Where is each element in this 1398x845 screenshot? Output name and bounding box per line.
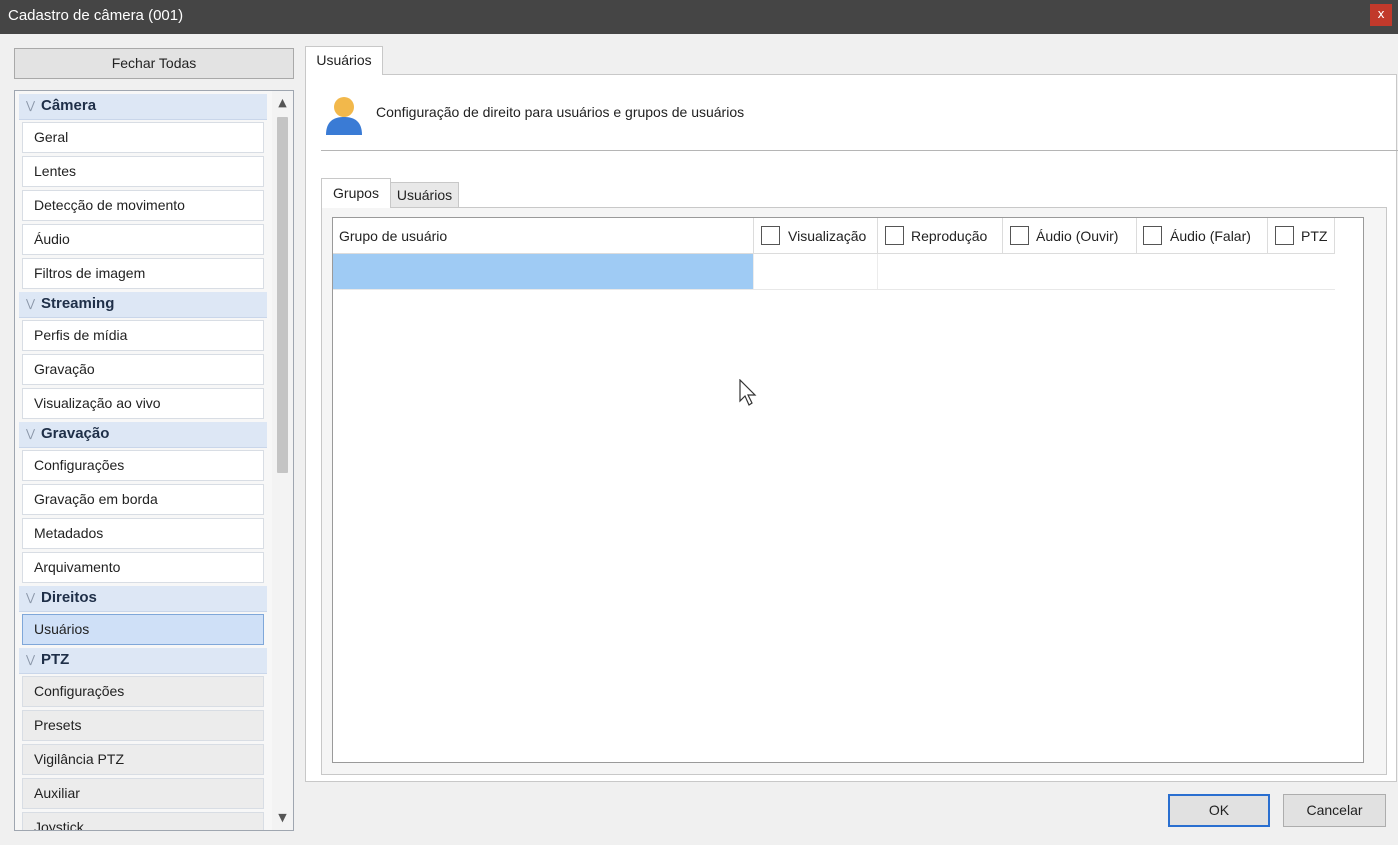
column-label: Visualização <box>788 228 867 244</box>
group-header-ptz[interactable]: ⋁ PTZ <box>19 648 267 674</box>
sidebar-item-arquivamento[interactable]: Arquivamento <box>22 552 264 583</box>
group-label: Gravação <box>41 425 110 442</box>
close-all-button[interactable]: Fechar Todas <box>14 48 294 79</box>
header-divider <box>321 150 1398 151</box>
column-label: Áudio (Ouvir) <box>1036 228 1119 244</box>
mouse-cursor-icon <box>739 379 757 406</box>
sidebar-item-vigilancia-ptz[interactable]: Vigilância PTZ <box>22 744 264 775</box>
group-label: Direitos <box>41 589 97 606</box>
sidebar-item-gravacao-borda[interactable]: Gravação em borda <box>22 484 264 515</box>
chevron-double-down-icon: ⋁ <box>26 428 36 440</box>
arrow-down-icon[interactable]: ▼ <box>272 808 293 828</box>
sidebar-nav: ⋁ Câmera Geral Lentes Detecção de movime… <box>14 90 294 831</box>
main-panel: Configuração de direito para usuários e … <box>305 74 1398 782</box>
sidebar-item-audio[interactable]: Áudio <box>22 224 264 255</box>
group-header-gravacao[interactable]: ⋁ Gravação <box>19 422 267 448</box>
user-icon <box>326 97 362 135</box>
permissions-grid: Grupo de usuário Visualização Reprodução… <box>332 217 1364 763</box>
chevron-double-down-icon: ⋁ <box>26 298 36 310</box>
groups-panel: Grupo de usuário Visualização Reprodução… <box>321 207 1387 775</box>
sidebar-item-metadados[interactable]: Metadados <box>22 518 264 549</box>
ptz-checkbox[interactable] <box>1275 226 1294 245</box>
audio-ouvir-checkbox[interactable] <box>1010 226 1029 245</box>
sidebar-item-filtros-imagem[interactable]: Filtros de imagem <box>22 258 264 289</box>
sidebar-item-usuarios[interactable]: Usuários <box>22 614 264 645</box>
scrollbar-thumb[interactable] <box>277 117 288 473</box>
column-label: Reprodução <box>911 228 988 244</box>
group-header-direitos[interactable]: ⋁ Direitos <box>19 586 267 612</box>
sidebar-item-deteccao-movimento[interactable]: Detecção de movimento <box>22 190 264 221</box>
chevron-double-down-icon: ⋁ <box>26 592 36 604</box>
tab-usuarios[interactable]: Usuários <box>305 46 383 75</box>
sidebar-item-presets[interactable]: Presets <box>22 710 264 741</box>
sidebar-item-visualizacao-vivo[interactable]: Visualização ao vivo <box>22 388 264 419</box>
row-cell[interactable] <box>754 254 878 289</box>
table-row[interactable] <box>333 254 1335 290</box>
chevron-double-down-icon: ⋁ <box>26 654 36 666</box>
row-cell-selected[interactable] <box>333 254 754 289</box>
column-label: Áudio (Falar) <box>1170 228 1251 244</box>
sidebar-list: ⋁ Câmera Geral Lentes Detecção de movime… <box>19 94 267 830</box>
group-header-camera[interactable]: ⋁ Câmera <box>19 94 267 120</box>
column-ptz: PTZ <box>1268 218 1335 254</box>
title-bar: Cadastro de câmera (001) x <box>0 0 1398 34</box>
group-label: Câmera <box>41 97 97 114</box>
tab-grupos[interactable]: Grupos <box>321 178 391 208</box>
group-label: Streaming <box>41 295 115 312</box>
window-title: Cadastro de câmera (001) <box>8 7 184 24</box>
sidebar-item-perfis-midia[interactable]: Perfis de mídia <box>22 320 264 351</box>
sidebar-item-lentes[interactable]: Lentes <box>22 156 264 187</box>
sidebar-item-geral[interactable]: Geral <box>22 122 264 153</box>
column-label: Grupo de usuário <box>339 228 448 244</box>
sidebar-scrollbar[interactable]: ▲ ▼ <box>272 91 293 830</box>
sidebar-item-gravacao[interactable]: Gravação <box>22 354 264 385</box>
column-audio-ouvir: Áudio (Ouvir) <box>1003 218 1137 254</box>
group-header-streaming[interactable]: ⋁ Streaming <box>19 292 267 318</box>
window-body: Fechar Todas ⋁ Câmera Geral Lentes Detec… <box>0 34 1398 845</box>
chevron-double-down-icon: ⋁ <box>26 100 36 112</box>
cancel-button[interactable]: Cancelar <box>1283 794 1386 827</box>
sidebar-item-ptz-configuracoes[interactable]: Configurações <box>22 676 264 707</box>
arrow-up-icon[interactable]: ▲ <box>272 93 293 113</box>
column-grupo-usuario[interactable]: Grupo de usuário <box>333 218 754 254</box>
sidebar-item-configuracoes[interactable]: Configurações <box>22 450 264 481</box>
visualizacao-checkbox[interactable] <box>761 226 780 245</box>
reproducao-checkbox[interactable] <box>885 226 904 245</box>
audio-falar-checkbox[interactable] <box>1143 226 1162 245</box>
grid-header: Grupo de usuário Visualização Reprodução… <box>333 218 1335 254</box>
column-label: PTZ <box>1301 228 1328 244</box>
sidebar-item-joystick[interactable]: Joystick <box>22 812 264 830</box>
close-window-button[interactable]: x <box>1370 4 1392 26</box>
column-visualizacao: Visualização <box>754 218 878 254</box>
column-audio-falar: Áudio (Falar) <box>1137 218 1268 254</box>
sidebar-item-auxiliar[interactable]: Auxiliar <box>22 778 264 809</box>
ok-button[interactable]: OK <box>1168 794 1270 827</box>
group-label: PTZ <box>41 651 70 668</box>
header-description: Configuração de direito para usuários e … <box>376 104 745 120</box>
column-reproducao: Reprodução <box>878 218 1003 254</box>
tab-usuarios-inner[interactable]: Usuários <box>391 182 459 208</box>
